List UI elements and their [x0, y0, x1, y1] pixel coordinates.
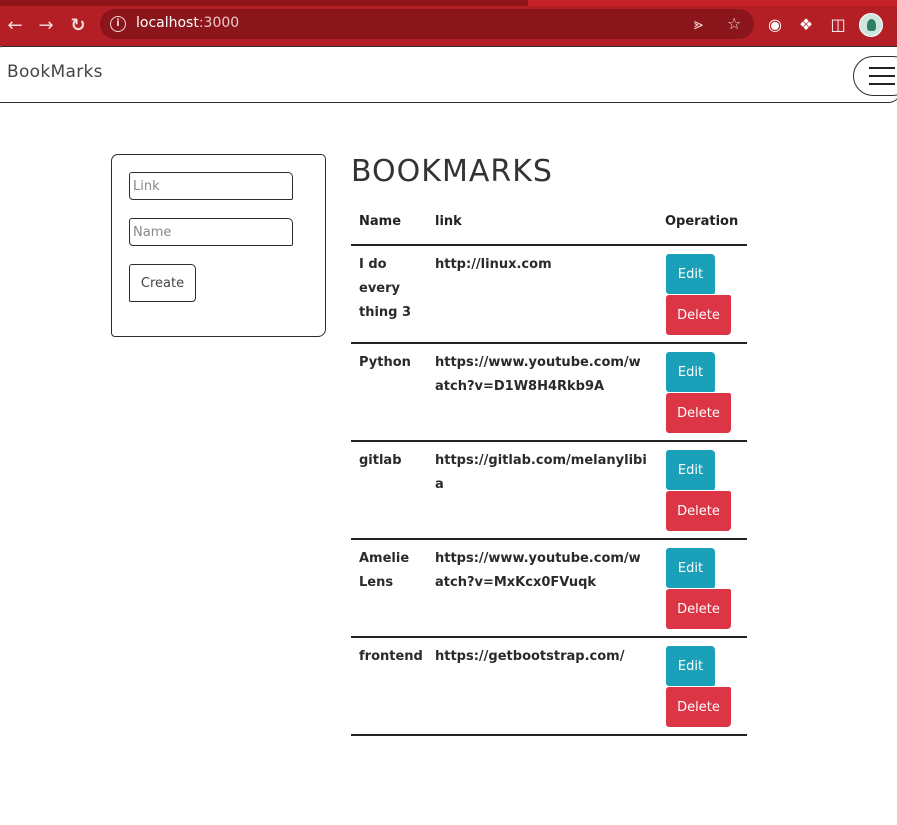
bookmark-name: Python [359, 355, 411, 370]
delete-button[interactable]: Delete [666, 491, 731, 531]
profile-avatar[interactable] [859, 13, 883, 37]
table-divider [351, 538, 747, 540]
bookmark-link: http://linux.com [435, 257, 552, 272]
delete-button[interactable]: Delete [666, 687, 731, 727]
navbar [0, 46, 897, 103]
table-divider [351, 636, 747, 638]
navbar-brand[interactable]: BookMarks [7, 62, 103, 82]
extension-icon[interactable]: ◉ [764, 14, 786, 36]
delete-button[interactable]: Delete [666, 393, 731, 433]
menu-toggle-button[interactable] [853, 56, 897, 96]
back-arrow-icon[interactable]: ← [4, 15, 26, 37]
browser-toolbar: ← → ↻ i localhost:3000 ⪢ ☆ ◉ ❖ ◫ [0, 6, 897, 46]
table-divider [351, 342, 747, 344]
puzzle-icon[interactable]: ❖ [795, 14, 817, 36]
bookmark-star-icon[interactable]: ☆ [727, 14, 741, 33]
column-header-operation: Operation [665, 214, 739, 229]
edit-button[interactable]: Edit [666, 548, 715, 588]
edit-button[interactable]: Edit [666, 254, 715, 294]
edit-button[interactable]: Edit [666, 450, 715, 490]
address-bar[interactable]: i localhost:3000 ⪢ ☆ [100, 9, 754, 39]
link-input[interactable] [129, 172, 293, 200]
page-title: BOOKMARKS [351, 154, 553, 189]
delete-button[interactable]: Delete [666, 589, 731, 629]
side-panel-icon[interactable]: ◫ [827, 14, 849, 36]
bookmark-link: https://www.youtube.com/watch?v=D1W8H4Rk… [435, 355, 641, 394]
share-icon[interactable]: ⪢ [694, 14, 703, 34]
site-info-icon[interactable]: i [110, 16, 126, 32]
edit-button[interactable]: Edit [666, 646, 715, 686]
create-button[interactable]: Create [129, 264, 196, 302]
name-input[interactable] [129, 218, 293, 246]
bookmark-link: https://gitlab.com/melanylibia [435, 453, 647, 492]
edit-button[interactable]: Edit [666, 352, 715, 392]
reload-icon[interactable]: ↻ [67, 15, 89, 37]
bookmark-link: https://www.youtube.com/watch?v=MxKcx0FV… [435, 551, 641, 590]
url-text: localhost:3000 [136, 15, 240, 31]
table-divider [351, 440, 747, 442]
delete-button[interactable]: Delete [666, 295, 731, 335]
table-divider [351, 734, 747, 736]
menu-icon-bar [869, 83, 895, 85]
bookmark-name: Amelie Lens [359, 551, 410, 590]
table-divider [351, 244, 747, 246]
bookmark-name: gitlab [359, 453, 402, 468]
bookmark-link: https://getbootstrap.com/ [435, 649, 625, 664]
bookmark-name: I do every thing 3 [359, 257, 412, 320]
forward-arrow-icon[interactable]: → [35, 15, 57, 37]
menu-icon-bar [869, 75, 895, 77]
column-header-link: link [435, 214, 462, 229]
bookmark-name: frontend [359, 649, 423, 664]
menu-icon [869, 67, 895, 69]
column-header-name: Name [359, 214, 402, 229]
